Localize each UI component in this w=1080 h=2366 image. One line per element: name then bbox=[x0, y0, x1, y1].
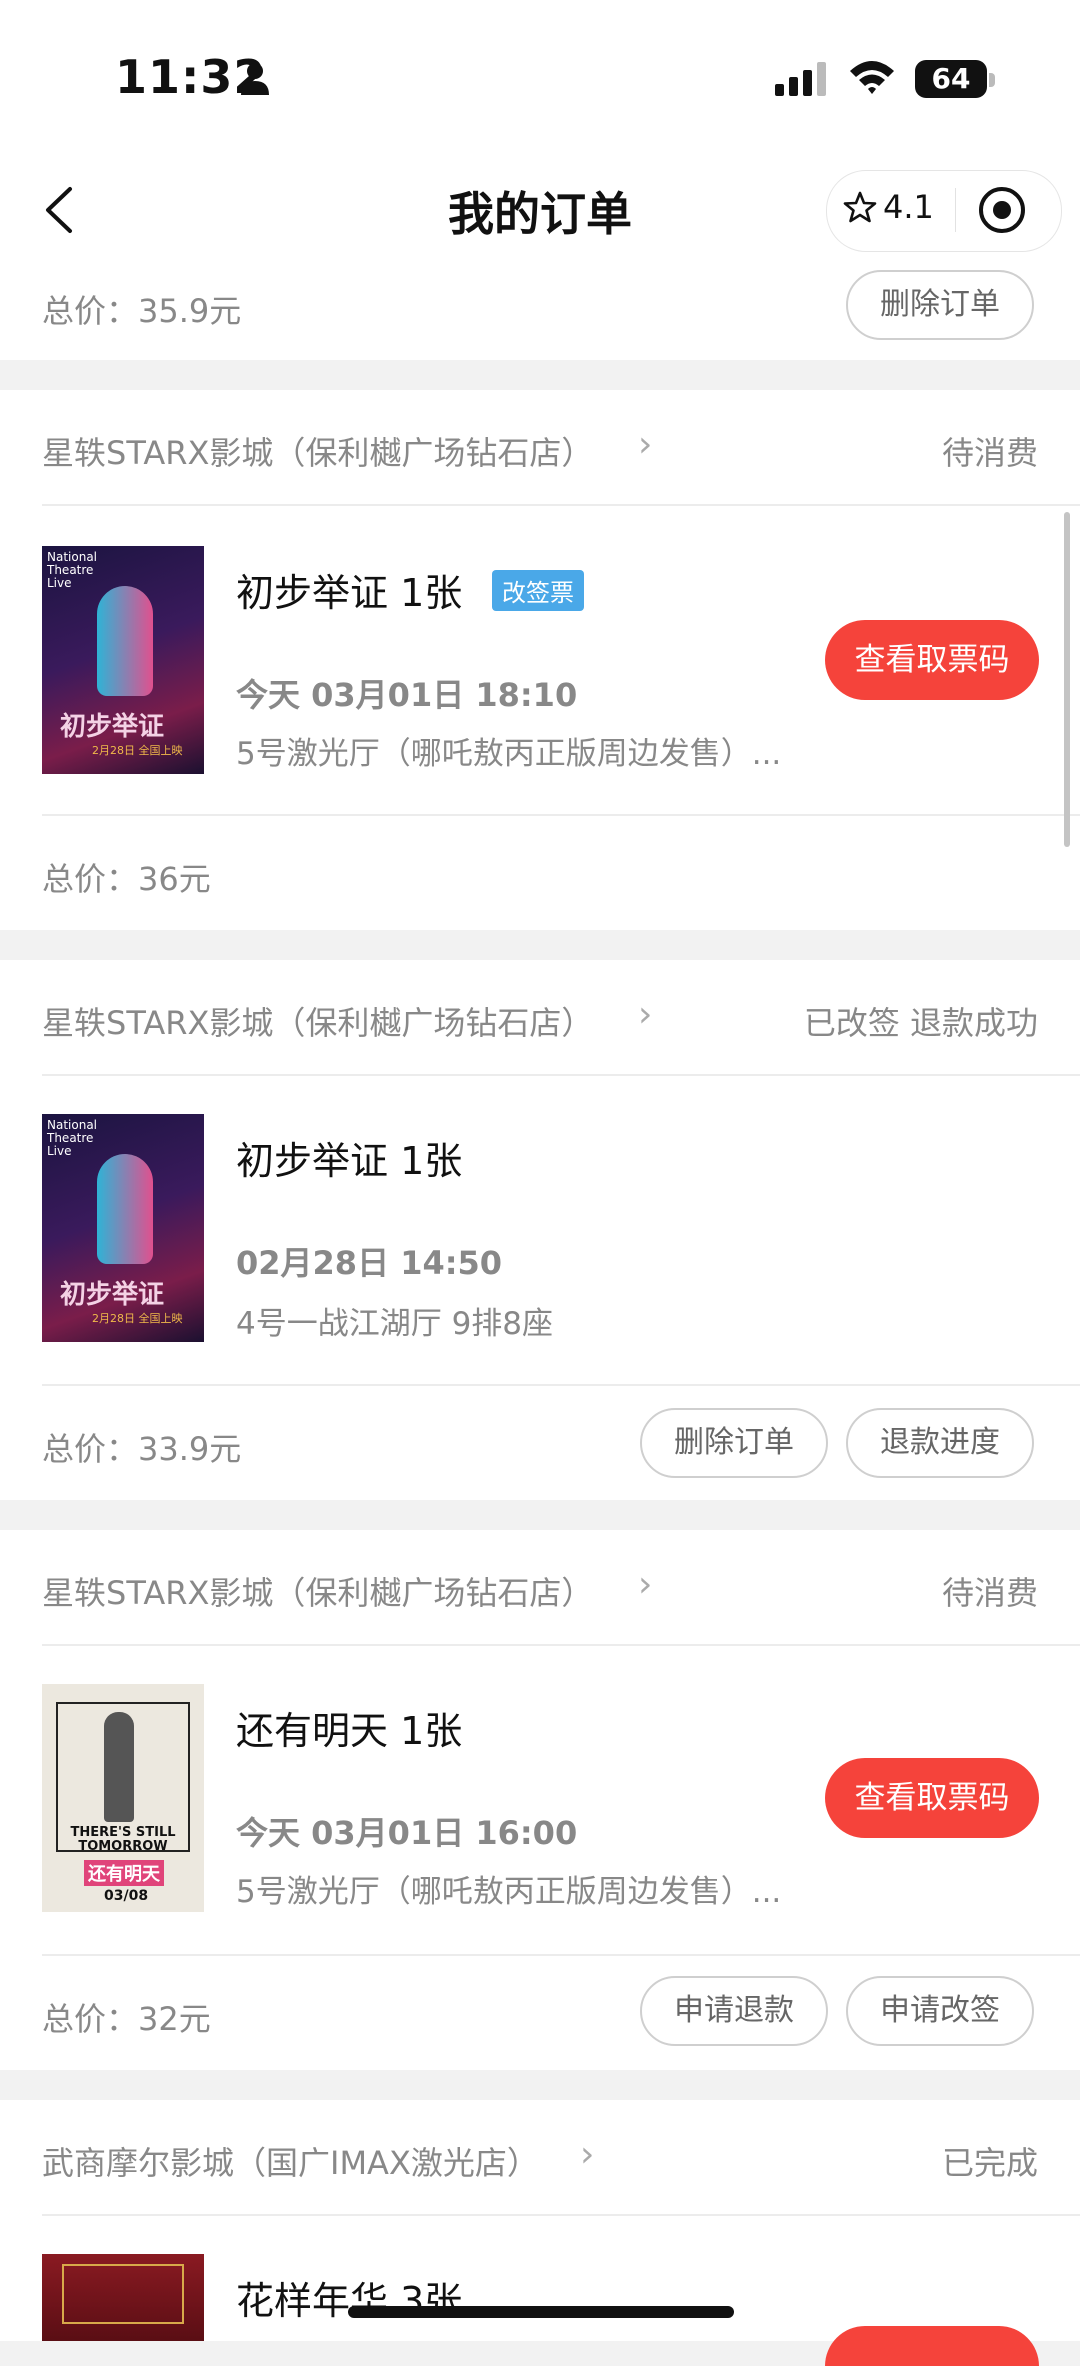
view-ticket-code-button[interactable]: 查看取票码 bbox=[825, 620, 1039, 700]
back-arrow-icon[interactable] bbox=[42, 185, 76, 235]
show-time: 02月28日 14:50 bbox=[236, 1244, 503, 1282]
movie-title: 还有明天 1张 bbox=[236, 1709, 463, 1753]
hall-info: 5号激光厅（哪吒敖丙正版周边发售）... bbox=[236, 1874, 782, 1910]
show-time: 今天 03月01日 18:10 bbox=[236, 676, 578, 714]
poster-figure bbox=[97, 1154, 153, 1264]
apply-rebook-button[interactable]: 申请改签 bbox=[846, 1976, 1034, 2046]
movie-poster[interactable]: THERE'S STILL TOMORROW 还有明天 03/08 bbox=[42, 1684, 204, 1912]
rebooked-tag: 改签票 bbox=[492, 570, 584, 611]
movie-title: 初步举证 1张 bbox=[236, 571, 463, 615]
divider bbox=[42, 814, 1080, 816]
poster-title-en: THERE'S STILL TOMORROW bbox=[70, 1825, 176, 1854]
order-status: 已完成 bbox=[941, 2144, 1038, 2182]
target-icon[interactable] bbox=[977, 185, 1027, 235]
poster-title: 初步举证 bbox=[60, 1280, 165, 1310]
delete-order-button[interactable]: 删除订单 bbox=[640, 1408, 828, 1478]
refund-progress-button[interactable]: 退款进度 bbox=[846, 1408, 1034, 1478]
view-ticket-code-button[interactable]: 查看取票码 bbox=[825, 1758, 1039, 1838]
order-price: 总价：32元 bbox=[42, 2000, 211, 2038]
cinema-name[interactable]: 星轶STARX影城（保利樾广场钻石店） bbox=[42, 428, 593, 474]
scrollbar[interactable] bbox=[1064, 512, 1070, 847]
poster-title: 初步举证 bbox=[60, 712, 165, 742]
cellular-signal-icon bbox=[775, 62, 826, 96]
movie-poster[interactable]: National Theatre Live 初步举证 2月28日 全国上映 bbox=[42, 1114, 204, 1342]
poster-frame bbox=[62, 2264, 184, 2324]
battery-cap bbox=[989, 73, 995, 87]
chevron-right-icon[interactable]: › bbox=[638, 1564, 652, 1605]
show-time: 今天 03月01日 16:00 bbox=[236, 1814, 578, 1852]
page-title: 我的订单 bbox=[448, 187, 632, 241]
poster-subtitle: 2月28日 全国上映 bbox=[92, 744, 183, 757]
divider bbox=[42, 1954, 1080, 1956]
poster-date: 03/08 bbox=[104, 1888, 149, 1904]
poster-brand: National Theatre Live bbox=[47, 550, 98, 590]
hall-info: 5号激光厅（哪吒敖丙正版周边发售）... bbox=[236, 736, 782, 772]
poster-figure bbox=[104, 1712, 134, 1822]
chevron-right-icon[interactable]: › bbox=[580, 2134, 594, 2175]
movie-poster[interactable] bbox=[42, 2254, 204, 2341]
rating-value[interactable]: 4.1 bbox=[883, 188, 934, 226]
poster-title-cn: 还有明天 bbox=[84, 1860, 164, 1886]
person-icon bbox=[241, 63, 269, 95]
movie-title: 初步举证 1张 bbox=[236, 1139, 463, 1183]
hall-info: 4号一战江湖厅 9排8座 bbox=[236, 1306, 554, 1342]
divider bbox=[42, 504, 1080, 506]
delete-order-button[interactable]: 删除订单 bbox=[846, 270, 1034, 340]
poster-brand: National Theatre Live bbox=[47, 1118, 98, 1158]
home-indicator[interactable] bbox=[348, 2306, 734, 2318]
chevron-right-icon[interactable]: › bbox=[638, 994, 652, 1035]
order-price: 总价：33.9元 bbox=[42, 1430, 242, 1468]
divider bbox=[42, 2214, 1080, 2216]
view-ticket-code-button[interactable] bbox=[825, 2326, 1039, 2366]
divider bbox=[42, 1074, 1080, 1076]
order-status: 待消费 bbox=[941, 1574, 1038, 1612]
cinema-name[interactable]: 星轶STARX影城（保利樾广场钻石店） bbox=[42, 998, 593, 1044]
order-price: 总价：36元 bbox=[42, 860, 211, 898]
star-icon[interactable] bbox=[843, 190, 877, 224]
order-status: 已改签 退款成功 bbox=[803, 1004, 1038, 1042]
battery-indicator: 64 bbox=[915, 60, 987, 98]
order-price: 总价：35.9元 bbox=[42, 292, 242, 330]
capsule-divider bbox=[955, 188, 956, 232]
movie-poster[interactable]: National Theatre Live 初步举证 2月28日 全国上映 bbox=[42, 546, 204, 774]
cinema-name[interactable]: 星轶STARX影城（保利樾广场钻石店） bbox=[42, 1568, 593, 1614]
cinema-name[interactable]: 武商摩尔影城（国广IMAX激光店） bbox=[42, 2138, 539, 2184]
wifi-icon bbox=[850, 61, 894, 94]
order-status: 待消费 bbox=[941, 434, 1038, 472]
poster-subtitle: 2月28日 全国上映 bbox=[92, 1312, 183, 1325]
chevron-right-icon[interactable]: › bbox=[638, 424, 652, 465]
divider bbox=[42, 1384, 1080, 1386]
apply-refund-button[interactable]: 申请退款 bbox=[640, 1976, 828, 2046]
divider bbox=[42, 1644, 1080, 1646]
poster-figure bbox=[97, 586, 153, 696]
